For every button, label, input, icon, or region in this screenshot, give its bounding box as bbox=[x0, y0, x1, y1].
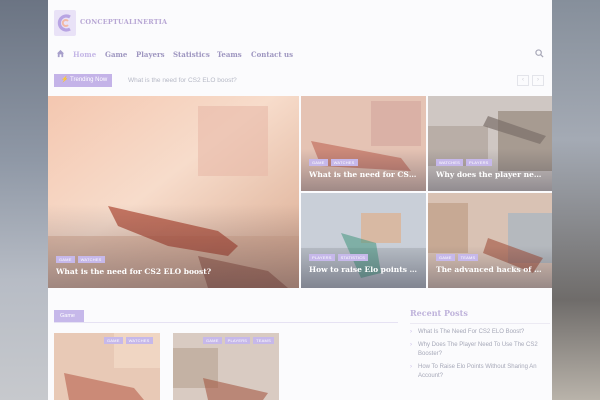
home-icon[interactable] bbox=[56, 49, 65, 58]
nav-item-statistics[interactable]: Statistics bbox=[173, 50, 210, 59]
site-logo-text[interactable]: CONCEPTUALINERTIA bbox=[80, 18, 167, 26]
tag-label[interactable]: GAME bbox=[203, 337, 222, 344]
featured-grid: GAME WATCHES What is the need for CS2 EL… bbox=[48, 96, 552, 288]
post-title[interactable]: What is the need for CS2 ELO boost? bbox=[56, 267, 291, 276]
recent-posts-widget: Recent Posts › What Is The Need For CS2 … bbox=[410, 308, 550, 385]
tag-label[interactable]: WATCHES bbox=[77, 256, 105, 263]
tag-label[interactable]: WATCHES bbox=[330, 159, 358, 166]
post-tags: PLAYERS STATISTICS bbox=[309, 254, 369, 261]
post-tags: WATCHES PLAYERS bbox=[436, 159, 492, 166]
nav-item-teams[interactable]: Teams bbox=[217, 50, 242, 59]
search-icon[interactable] bbox=[535, 49, 544, 58]
featured-post-small[interactable]: GAME TEAMS The advanced hacks of CS2 boo… bbox=[428, 193, 552, 288]
post-tags: GAME WATCHES bbox=[104, 337, 153, 344]
post-title[interactable]: Why does the player need to use the CS2 … bbox=[436, 170, 546, 179]
tag-label[interactable]: GAME bbox=[104, 337, 123, 344]
site-header: CONCEPTUALINERTIA bbox=[48, 0, 552, 42]
recent-post-link[interactable]: What Is The Need For CS2 ELO Boost? bbox=[418, 328, 524, 337]
recent-post-link[interactable]: Why Does The Player Need To Use The CS2 … bbox=[418, 341, 550, 359]
post-title[interactable]: What is the need for CS2 ELO boost? bbox=[309, 170, 419, 179]
tag-label[interactable]: GAME bbox=[436, 254, 455, 261]
recent-post-item[interactable]: › What Is The Need For CS2 ELO Boost? bbox=[410, 328, 550, 337]
trending-headline[interactable]: What is the need for CS2 ELO boost? bbox=[128, 77, 237, 84]
tag-label[interactable]: PLAYERS bbox=[309, 254, 335, 261]
trending-badge-label: Trending Now bbox=[70, 77, 108, 83]
post-tags: GAME WATCHES bbox=[309, 159, 358, 166]
tag-label[interactable]: WATCHES bbox=[125, 337, 153, 344]
trending-prev-button[interactable]: ‹ bbox=[517, 75, 529, 86]
trending-ticker: ⚡ Trending Now What is the need for CS2 … bbox=[54, 74, 546, 87]
tag-label[interactable]: GAME bbox=[309, 159, 328, 166]
post-title[interactable]: The advanced hacks of CS2 boosting bbox=[436, 265, 546, 274]
tag-label[interactable]: TEAMS bbox=[457, 254, 479, 261]
featured-post-small[interactable]: WATCHES PLAYERS Why does the player need… bbox=[428, 96, 552, 191]
recent-post-link[interactable]: How To Raise Elo Points Without Sharing … bbox=[418, 363, 550, 381]
tag-label[interactable]: PLAYERS bbox=[224, 337, 251, 344]
chevron-right-icon: › bbox=[410, 364, 412, 370]
featured-post-small[interactable]: GAME WATCHES What is the need for CS2 EL… bbox=[301, 96, 426, 191]
chevron-right-icon: › bbox=[410, 342, 412, 348]
site-logo-icon[interactable] bbox=[54, 10, 76, 36]
flash-icon: ⚡ bbox=[61, 77, 69, 83]
featured-post-main[interactable]: GAME WATCHES What is the need for CS2 EL… bbox=[48, 96, 299, 288]
post-card[interactable]: GAME WATCHES bbox=[54, 333, 160, 400]
tag-label[interactable]: GAME bbox=[56, 256, 75, 263]
post-title[interactable]: How to raise Elo points without sharing … bbox=[309, 265, 419, 274]
nav-item-contact[interactable]: Contact us bbox=[251, 50, 293, 59]
tag-label[interactable]: TEAMS bbox=[253, 337, 274, 344]
trending-badge: ⚡ Trending Now bbox=[54, 74, 112, 87]
tag-label[interactable]: WATCHES bbox=[436, 159, 463, 166]
recent-posts-title: Recent Posts bbox=[410, 308, 550, 324]
tag-label[interactable]: PLAYERS bbox=[465, 159, 492, 166]
recent-post-item[interactable]: › How To Raise Elo Points Without Sharin… bbox=[410, 363, 550, 381]
section-header: Game bbox=[54, 310, 398, 323]
site-container: CONCEPTUALINERTIA Home Game Players Stat… bbox=[48, 0, 552, 400]
nav-item-home[interactable]: Home bbox=[73, 50, 96, 59]
tag-label[interactable]: STATISTICS bbox=[337, 254, 369, 261]
nav-item-game[interactable]: Game bbox=[105, 50, 127, 59]
background-left bbox=[0, 0, 48, 400]
section-badge[interactable]: Game bbox=[54, 310, 84, 322]
featured-post-small[interactable]: PLAYERS STATISTICS How to raise Elo poin… bbox=[301, 193, 426, 288]
post-tags: GAME PLAYERS TEAMS bbox=[203, 337, 274, 344]
main-navigation: Home Game Players Statistics Teams Conta… bbox=[48, 44, 552, 64]
post-tags: GAME WATCHES bbox=[56, 256, 105, 263]
post-card[interactable]: GAME PLAYERS TEAMS bbox=[173, 333, 279, 400]
post-tags: GAME TEAMS bbox=[436, 254, 479, 261]
recent-post-item[interactable]: › Why Does The Player Need To Use The CS… bbox=[410, 341, 550, 359]
nav-item-players[interactable]: Players bbox=[136, 50, 165, 59]
background-right bbox=[552, 0, 600, 400]
trending-next-button[interactable]: › bbox=[532, 75, 544, 86]
chevron-right-icon: › bbox=[410, 329, 412, 335]
